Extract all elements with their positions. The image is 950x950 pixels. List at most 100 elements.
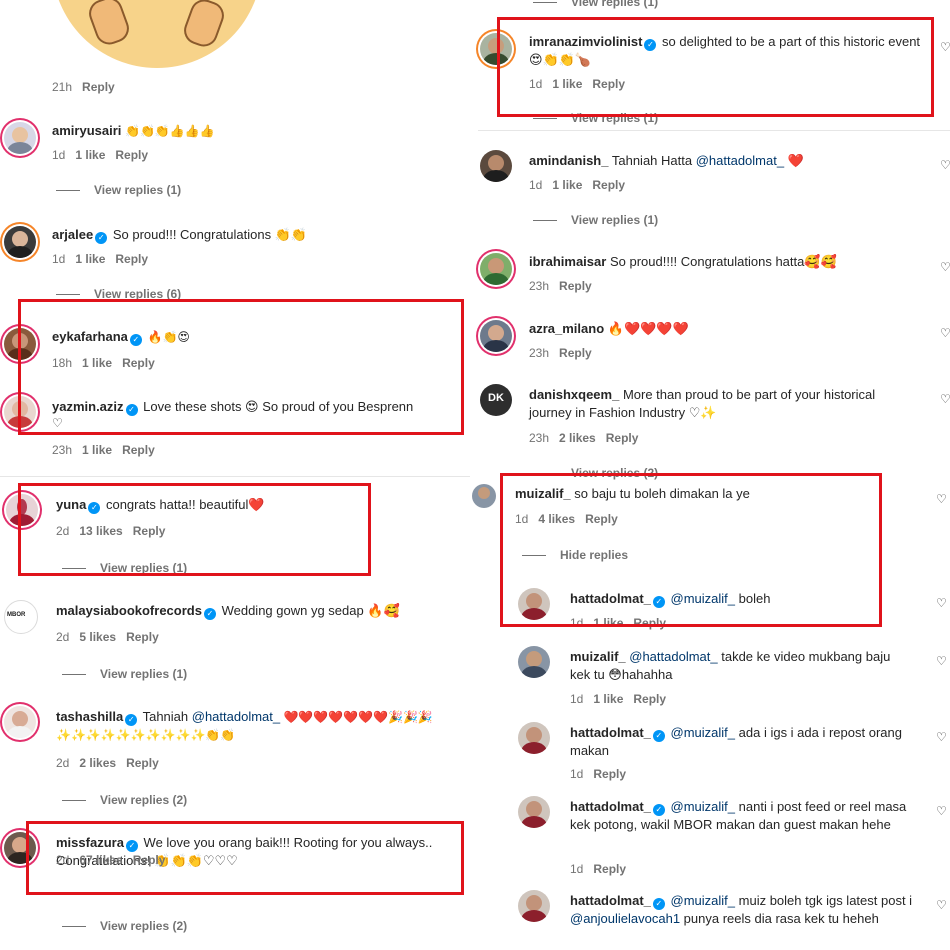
reply-text: hattadolmat_ ✓ @muizalif_ ada i igs i ada… (570, 725, 902, 758)
username-link[interactable]: danishxqeem_ (529, 387, 619, 402)
view-replies-button[interactable]: View replies (1) (62, 666, 187, 682)
comment-text: malaysiabookofrecords ✓ Wedding gown yg s… (56, 603, 400, 620)
mention-link[interactable]: @muizalif_ (671, 893, 736, 908)
likes-count[interactable]: 2 likes (559, 431, 596, 445)
avatar[interactable] (472, 484, 496, 508)
reply-button[interactable]: Reply (593, 767, 626, 781)
comment-meta: 1d 1 like Reply (529, 178, 626, 192)
username-link[interactable]: muizalif_ (570, 649, 626, 664)
column-divider (470, 0, 480, 950)
heart-icon[interactable]: ♡ (936, 898, 947, 912)
username-link[interactable]: hattadolmat_ (570, 799, 651, 814)
comment-text: azra_milano 🔥❤️❤️❤️❤️ (529, 321, 689, 336)
heart-icon[interactable]: ♡ (936, 654, 947, 668)
reply-button[interactable]: Reply (559, 346, 592, 360)
mbor-logo: MBOR (7, 612, 26, 618)
view-replies-button[interactable]: View replies (1) (533, 0, 658, 10)
likes-count[interactable]: 1 like (75, 148, 105, 162)
comment-meta: 1d Reply (570, 862, 627, 876)
avatar[interactable] (480, 150, 512, 182)
avatar[interactable]: MBOR (4, 600, 38, 634)
comment-text: danishxqeem_ More than proud to be part … (529, 387, 876, 420)
likes-count[interactable]: 1 like (82, 443, 112, 457)
comment-meta: 23h 1 like Reply (52, 443, 155, 457)
avatar[interactable] (518, 796, 550, 828)
avatar[interactable] (4, 226, 36, 258)
avatar[interactable] (518, 890, 550, 922)
comment-meta: 23h 2 likes Reply (529, 431, 639, 445)
comment-meta: 1d 1 like Reply (52, 148, 149, 162)
reply-button[interactable]: Reply (606, 431, 639, 445)
heart-icon[interactable]: ♡ (936, 804, 947, 818)
view-replies-button[interactable]: View replies (2) (62, 918, 187, 934)
heart-icon[interactable]: ♡ (940, 326, 950, 340)
mention-link[interactable]: @muizalif_ (671, 799, 736, 814)
avatar[interactable] (4, 706, 36, 738)
likes-count[interactable]: 1 like (552, 178, 582, 192)
reply-button[interactable]: Reply (592, 178, 625, 192)
username-link[interactable]: hattadolmat_ (570, 725, 651, 740)
heart-icon[interactable]: ♡ (940, 392, 950, 406)
comment-text: amindanish_ Tahniah Hatta @hattadolmat_ … (529, 153, 804, 168)
sticker-hand (85, 0, 133, 49)
heart-icon[interactable]: ♡ (936, 596, 947, 610)
reply-button[interactable]: Reply (115, 148, 148, 162)
avatar[interactable]: DK (480, 384, 512, 416)
reply-button[interactable]: Reply (126, 630, 159, 644)
avatar[interactable] (480, 320, 512, 352)
username-link[interactable]: malaysiabookofrecords (56, 603, 202, 618)
likes-count[interactable]: 2 likes (79, 756, 116, 770)
avatar[interactable] (4, 122, 36, 154)
avatar[interactable] (518, 722, 550, 754)
likes-count[interactable]: 5 likes (79, 630, 116, 644)
heart-icon[interactable]: ♡ (940, 40, 950, 54)
username-link[interactable]: hattadolmat_ (570, 893, 651, 908)
mention-link[interactable]: @anjoulielavocah1 (570, 911, 680, 926)
comment-meta: 23h Reply (529, 279, 592, 293)
reply-button[interactable]: Reply (82, 80, 115, 94)
verified-badge-icon: ✓ (203, 608, 216, 620)
verified-badge-icon: ✓ (95, 232, 108, 244)
mention-link[interactable]: @hattadolmat_ (192, 709, 280, 724)
reply-button[interactable]: Reply (593, 862, 626, 876)
username-link[interactable]: amindanish_ (529, 153, 608, 168)
mention-link[interactable]: @hattadolmat_ (629, 649, 717, 664)
mention-link[interactable]: @hattadolmat_ (696, 153, 784, 168)
verified-badge-icon: ✓ (652, 730, 665, 742)
verified-badge-icon: ✓ (652, 898, 665, 910)
mention-link[interactable]: @muizalif_ (671, 725, 736, 740)
heart-icon[interactable]: ♡ (936, 730, 947, 744)
highlight-box (497, 17, 934, 117)
reply-button[interactable]: Reply (559, 279, 592, 293)
username-link[interactable]: amiryusairi (52, 123, 121, 138)
reply-button[interactable]: Reply (126, 756, 159, 770)
avatar[interactable] (518, 646, 550, 678)
verified-badge-icon: ✓ (125, 714, 138, 726)
username-link[interactable]: azra_milano (529, 321, 604, 336)
comment-meta: 21h Reply (52, 80, 115, 94)
comment-text: arjalee ✓ So proud!!! Congratulations 👏👏 (52, 227, 308, 244)
likes-count[interactable]: 1 like (593, 692, 623, 706)
view-replies-button[interactable]: View replies (1) (533, 212, 658, 228)
highlight-box (18, 299, 464, 435)
divider (0, 476, 472, 477)
heart-icon[interactable]: ♡ (936, 492, 947, 506)
comment-meta: 2d 2 likes Reply (56, 756, 159, 770)
reply-button[interactable]: Reply (122, 443, 155, 457)
view-replies-button[interactable]: View replies (1) (56, 182, 181, 198)
view-replies-button[interactable]: View replies (2) (62, 792, 187, 808)
reply-text: hattadolmat_ ✓ @muizalif_ nanti i post fe… (570, 799, 907, 832)
comment-meta: 23h Reply (529, 346, 592, 360)
sticker-image (52, 0, 262, 68)
avatar[interactable] (480, 253, 512, 285)
username-link[interactable]: arjalee (52, 227, 93, 242)
username-link[interactable]: tashashilla (56, 709, 123, 724)
reply-button[interactable]: Reply (115, 252, 148, 266)
reply-button[interactable]: Reply (633, 692, 666, 706)
likes-count[interactable]: 1 like (75, 252, 105, 266)
heart-icon[interactable]: ♡ (940, 260, 950, 274)
username-link[interactable]: ibrahimaisar (529, 254, 606, 269)
comment-text: amiryusairi 👏👏👏👍👍👍 (52, 123, 215, 138)
heart-icon[interactable]: ♡ (940, 158, 950, 172)
highlight-box (18, 483, 371, 576)
